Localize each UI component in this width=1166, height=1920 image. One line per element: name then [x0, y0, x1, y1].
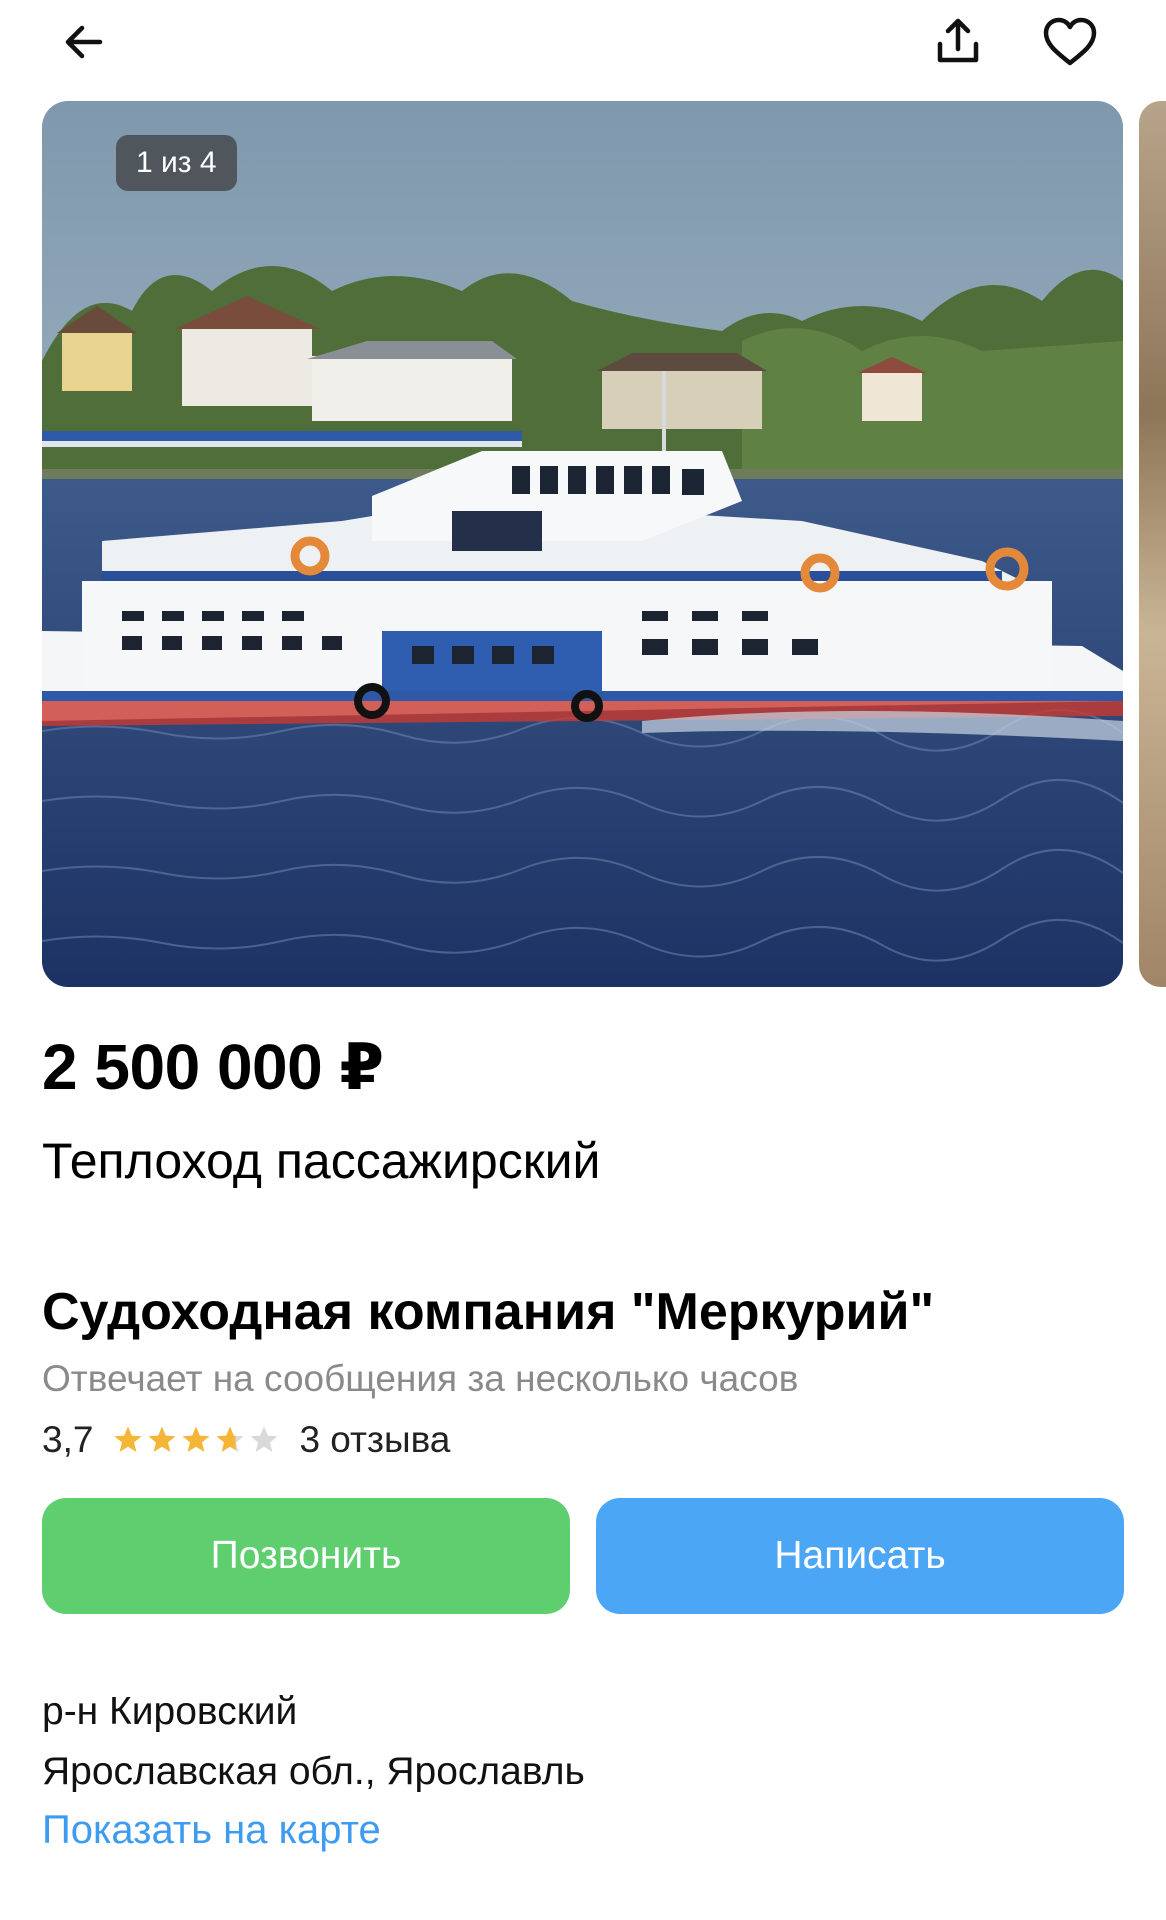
photo-counter: 1 из 4 — [116, 135, 237, 191]
back-button[interactable] — [48, 6, 120, 78]
call-button[interactable]: Позвонить — [42, 1498, 570, 1614]
star-icon — [114, 1426, 142, 1452]
photo-gallery[interactable]: 1 из 4 — [0, 101, 1166, 987]
seller-name[interactable]: Судоходная компания "Меркурий" — [42, 1282, 934, 1342]
listing-title: Теплоход пассажирский — [42, 1133, 601, 1189]
favorite-button[interactable] — [1034, 6, 1106, 78]
write-button[interactable]: Написать — [596, 1498, 1124, 1614]
star-icon — [216, 1426, 244, 1452]
price: 2 500 000 ₽ — [42, 1031, 384, 1103]
rating-value: 3,7 — [42, 1419, 94, 1460]
heart-icon — [1043, 17, 1097, 66]
region-city: Ярославская обл., Ярославль — [42, 1750, 585, 1793]
seller-response-time: Отвечает на сообщения за несколько часов — [42, 1358, 799, 1399]
reviews-count[interactable]: 3 отзыва — [299, 1419, 450, 1461]
star-icon — [182, 1426, 210, 1452]
seller-rating[interactable]: 3,7 3 отзыва — [42, 1416, 450, 1464]
back-arrow-icon — [65, 25, 103, 59]
share-icon — [937, 18, 979, 63]
star-icon — [250, 1426, 278, 1452]
next-photo-preview[interactable] — [1139, 101, 1166, 987]
district: р-н Кировский — [42, 1690, 298, 1733]
top-bar — [0, 0, 1166, 96]
show-on-map-link[interactable]: Показать на карте — [42, 1808, 381, 1853]
rating-stars — [113, 1425, 279, 1455]
star-icon — [148, 1426, 176, 1452]
boat-photo[interactable]: 1 из 4 — [42, 101, 1123, 987]
share-button[interactable] — [922, 6, 994, 78]
